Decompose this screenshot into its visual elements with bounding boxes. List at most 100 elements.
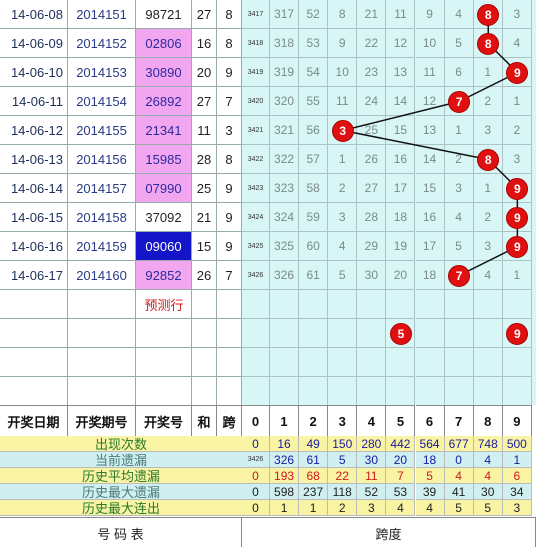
header-row: 开奖日期 开奖期号 开奖号 和 跨 0123456789: [0, 405, 536, 436]
blank-cell: [0, 348, 68, 377]
row-issue[interactable]: 2014157: [68, 174, 136, 203]
row-number[interactable]: 30890: [136, 58, 192, 87]
row-date[interactable]: 14-06-14: [0, 174, 68, 203]
stat-value: 5: [473, 500, 503, 516]
header-span[interactable]: 跨: [217, 405, 242, 436]
header-digit[interactable]: 2: [299, 405, 329, 436]
row-number[interactable]: 92852: [136, 261, 192, 290]
row-date[interactable]: 14-06-09: [0, 29, 68, 58]
blank-cell: [68, 290, 136, 319]
row-date[interactable]: 14-06-12: [0, 116, 68, 145]
blank-cell: [68, 319, 136, 348]
header-sum[interactable]: 和: [192, 405, 217, 436]
footer-row: 号 码 表 跨度: [0, 517, 536, 547]
row-date[interactable]: 14-06-17: [0, 261, 68, 290]
prediction-ball: 5: [389, 322, 412, 345]
row-span: 9: [217, 203, 242, 232]
row-sum: 25: [192, 174, 217, 203]
stat-row: 当前遗漏 326 61 5 30 20 18 0 4 1 3426: [0, 452, 536, 468]
trend-line-segment: [342, 129, 489, 161]
row-span: 9: [217, 58, 242, 87]
row-date[interactable]: 14-06-16: [0, 232, 68, 261]
row-date[interactable]: 14-06-10: [0, 58, 68, 87]
stat-value: 11: [357, 468, 387, 484]
header-digit[interactable]: 3: [328, 405, 358, 436]
row-issue[interactable]: 2014151: [68, 0, 136, 29]
header-issue[interactable]: 开奖期号: [68, 405, 136, 436]
stat-value: 748: [473, 436, 503, 452]
row-issue[interactable]: 2014154: [68, 87, 136, 116]
stat-value: 1: [299, 500, 329, 516]
row-date[interactable]: 14-06-11: [0, 87, 68, 116]
blank-cell: [136, 319, 192, 348]
row-number[interactable]: 21341: [136, 116, 192, 145]
blank-cell: [68, 348, 136, 377]
stat-value: 0: [444, 452, 474, 468]
stat-value: 564: [415, 436, 445, 452]
stat-value: 41: [444, 484, 474, 500]
row-issue[interactable]: 2014159: [68, 232, 136, 261]
row-number[interactable]: 15985: [136, 145, 192, 174]
stat-value: 39: [415, 484, 445, 500]
stat-value: 6: [502, 468, 532, 484]
row-span: 8: [217, 29, 242, 58]
row-span: 8: [217, 145, 242, 174]
stat-value: 18: [415, 452, 445, 468]
stat-value: 7: [386, 468, 416, 484]
trend-line-segment: [342, 100, 460, 132]
row-issue[interactable]: 2014160: [68, 261, 136, 290]
row-issue[interactable]: 2014158: [68, 203, 136, 232]
stat-value: 442: [386, 436, 416, 452]
blank-cell: [217, 377, 242, 406]
row-issue[interactable]: 2014156: [68, 145, 136, 174]
row-date[interactable]: 14-06-08: [0, 0, 68, 29]
header-digit[interactable]: 4: [357, 405, 387, 436]
row-date[interactable]: 14-06-13: [0, 145, 68, 174]
stat-value: 4: [473, 452, 503, 468]
header-number[interactable]: 开奖号: [136, 405, 192, 436]
header-digit[interactable]: 0: [242, 405, 270, 436]
row-issue[interactable]: 2014153: [68, 58, 136, 87]
row-number[interactable]: 07990: [136, 174, 192, 203]
row-issue[interactable]: 2014152: [68, 29, 136, 58]
span-ball: 3: [331, 119, 354, 142]
stat-value: 5: [444, 500, 474, 516]
stat-value: 598: [270, 484, 300, 500]
row-date[interactable]: 14-06-15: [0, 203, 68, 232]
blank-cell: [68, 377, 136, 406]
header-digit[interactable]: 6: [415, 405, 445, 436]
stat-row: 出现次数 0 16 49 150 280 442 564 677 748 500: [0, 436, 536, 452]
stat-value: 1: [502, 452, 532, 468]
stat-value: 22: [328, 468, 358, 484]
row-sum: 27: [192, 87, 217, 116]
row-number[interactable]: 37092: [136, 203, 192, 232]
row-sum: 27: [192, 0, 217, 29]
header-digit[interactable]: 8: [473, 405, 503, 436]
header-date[interactable]: 开奖日期: [0, 405, 68, 436]
row-number[interactable]: 26892: [136, 87, 192, 116]
stat-row: 历史最大连出 0 1 1 2 3 4 4 5 5 3: [0, 500, 536, 516]
header-digit[interactable]: 9: [502, 405, 532, 436]
row-issue[interactable]: 2014155: [68, 116, 136, 145]
blank-cell: [0, 290, 68, 319]
row-number[interactable]: 02806: [136, 29, 192, 58]
row-number[interactable]: 09060: [136, 232, 192, 261]
stat-value: 20: [386, 452, 416, 468]
stat-value: 30: [357, 452, 387, 468]
stat-value: 16: [270, 436, 300, 452]
stat-value: 326: [270, 452, 300, 468]
row-number[interactable]: 98721: [136, 0, 192, 29]
header-digit[interactable]: 1: [270, 405, 300, 436]
stat-value: 677: [444, 436, 474, 452]
prediction-ball: 9: [506, 322, 529, 345]
stat-value: 0: [242, 436, 270, 452]
trend-lines: [342, 14, 519, 277]
stat-label: 历史最大连出: [0, 500, 242, 516]
blank-cell: [192, 319, 217, 348]
row-sum: 20: [192, 58, 217, 87]
row-span: 8: [217, 0, 242, 29]
header-digit[interactable]: 5: [386, 405, 416, 436]
stat-value: 30: [473, 484, 503, 500]
stat-value: 5: [328, 452, 358, 468]
header-digit[interactable]: 7: [444, 405, 474, 436]
